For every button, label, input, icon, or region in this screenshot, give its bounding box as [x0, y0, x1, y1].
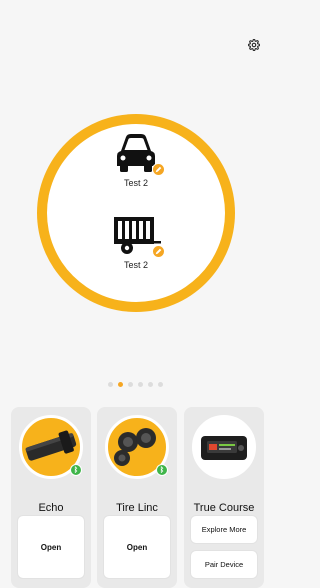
product-name: Echo	[38, 502, 64, 514]
echo-device-image: ᛒ	[19, 415, 83, 479]
page-dot[interactable]	[128, 382, 133, 387]
explore-more-button[interactable]: Explore More	[190, 515, 258, 544]
page-dot[interactable]	[138, 382, 143, 387]
bluetooth-icon: ᛒ	[70, 464, 82, 476]
settings-button[interactable]	[246, 37, 262, 53]
tire-sensors-image: ᛒ	[105, 415, 169, 479]
vehicle-name: Test 2	[123, 260, 148, 270]
vehicle-name: Test 2	[123, 178, 148, 188]
product-card-true-course: True Course Explore More Pair Device	[184, 407, 264, 588]
product-name: True Course	[193, 502, 255, 514]
product-card-tire-linc: ᛒ Tire Linc Open	[97, 407, 177, 588]
page-dot[interactable]	[108, 382, 113, 387]
page-indicator	[108, 382, 163, 387]
vehicle-item[interactable]: Test 2	[86, 130, 186, 188]
page-dot-active[interactable]	[118, 382, 123, 387]
page-dot[interactable]	[148, 382, 153, 387]
edit-pencil-icon[interactable]	[152, 245, 165, 258]
product-card-echo: ᛒ Echo Open	[11, 407, 91, 588]
bluetooth-icon: ᛒ	[156, 464, 168, 476]
vehicle-item[interactable]: Test 2	[86, 212, 186, 270]
true-course-device-image	[192, 415, 256, 479]
open-button[interactable]: Open	[103, 515, 171, 579]
page-dot[interactable]	[158, 382, 163, 387]
open-button[interactable]: Open	[17, 515, 85, 579]
pair-device-button[interactable]: Pair Device	[190, 550, 258, 579]
edit-pencil-icon[interactable]	[152, 163, 165, 176]
product-name: Tire Linc	[116, 502, 158, 514]
gear-icon	[248, 39, 260, 51]
app-screen: Test 2 Test 2 ᛒ Echo Open ᛒ Tire Linc Op…	[0, 0, 265, 588]
